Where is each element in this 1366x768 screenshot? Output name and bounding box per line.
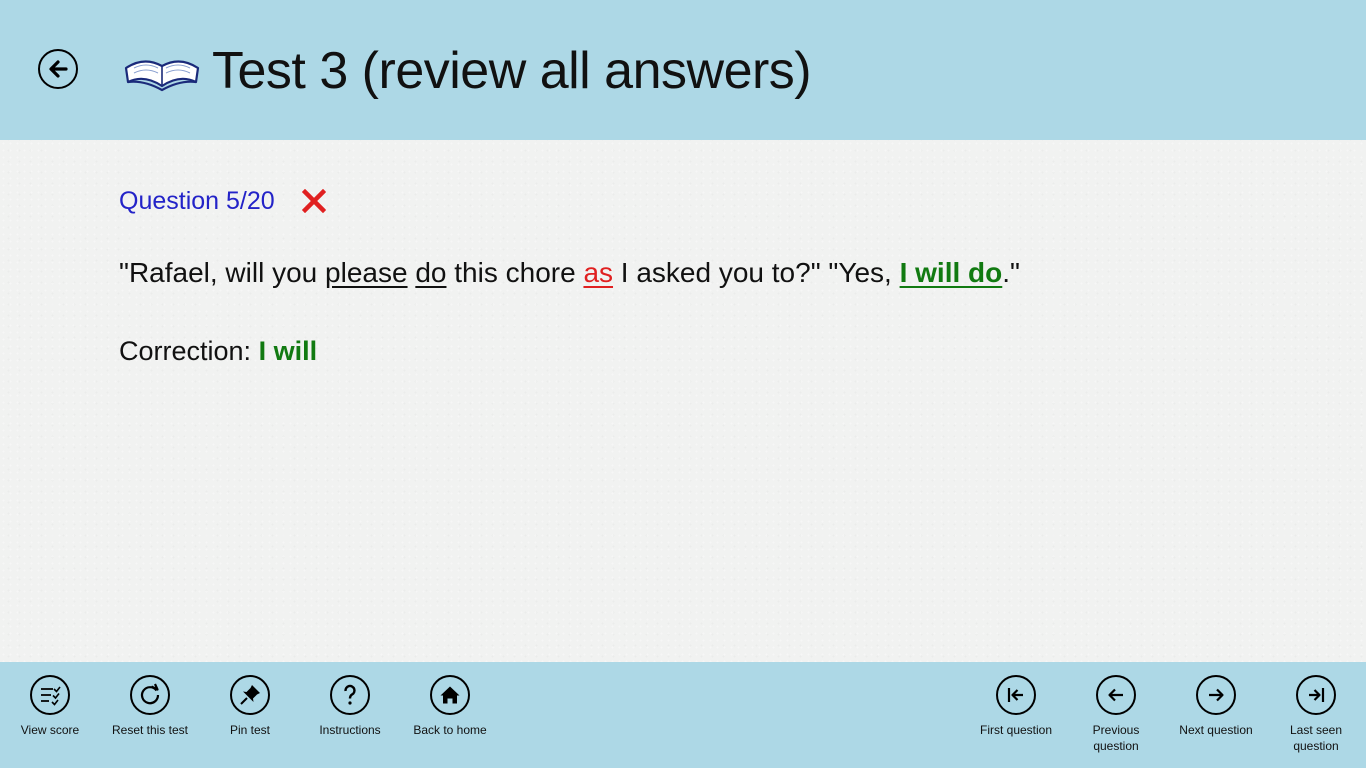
last-seen-question-label: Last seen question [1266, 722, 1366, 754]
page-title: Test 3 (review all answers) [212, 42, 812, 100]
pin-test-button[interactable]: Pin test [200, 675, 300, 738]
question-mark-icon [344, 684, 356, 705]
question-number: Question 5/20 [119, 187, 275, 215]
next-question-label: Next question [1179, 723, 1253, 737]
sentence-text: this chore [446, 257, 584, 288]
sentence-text: "Rafael, will you [119, 257, 326, 288]
back-to-home-label: Back to home [413, 723, 487, 737]
previous-question-label: Previous question [1066, 722, 1166, 754]
selected-wrong-option: as [583, 257, 614, 288]
back-to-home-button[interactable]: Back to home [400, 675, 500, 738]
label-line: question [1293, 739, 1339, 753]
correction-value: I will [258, 336, 318, 366]
next-icon [1209, 688, 1224, 702]
label-line: Previous [1092, 723, 1140, 737]
header-bar: Test 3 (review all answers) [0, 0, 1366, 140]
option-do: do [415, 257, 447, 288]
home-icon [440, 686, 460, 704]
question-sentence: "Rafael, will you please do this chore a… [119, 253, 1020, 293]
first-question-button[interactable]: First question [966, 675, 1066, 738]
checklist-icon [41, 686, 61, 706]
label-line: question [1093, 739, 1139, 753]
instructions-label: Instructions [319, 723, 381, 737]
last-seen-question-button[interactable]: Last seen question [1266, 675, 1366, 754]
first-question-label: First question [979, 723, 1053, 737]
bottom-app-bar: View score Reset this test Pin test Inst… [0, 662, 1366, 768]
previous-icon [1108, 688, 1123, 702]
question-panel: Question 5/20 "Rafael, will you please d… [0, 140, 1366, 662]
label-line: Last seen [1289, 723, 1343, 737]
first-icon [1007, 688, 1023, 702]
previous-question-button[interactable]: Previous question [1066, 675, 1166, 754]
view-score-label: View score [20, 723, 80, 737]
reset-test-label: Reset this test [111, 723, 189, 737]
sentence-text: ." [1002, 257, 1020, 288]
correction: Correction: I will [119, 332, 317, 370]
pin-test-label: Pin test [229, 723, 271, 737]
pin-icon [240, 685, 260, 705]
option-please: please [325, 257, 408, 288]
last-icon [1309, 688, 1325, 702]
correction-label: Correction: [119, 336, 259, 366]
correct-option: I will do [899, 257, 1003, 288]
refresh-icon [140, 683, 160, 705]
back-button[interactable] [38, 49, 78, 89]
open-book-icon [124, 60, 200, 92]
instructions-button[interactable]: Instructions [300, 675, 400, 738]
reset-test-button[interactable]: Reset this test [100, 675, 200, 738]
view-score-button[interactable]: View score [0, 675, 100, 738]
back-arrow-icon [49, 60, 68, 78]
next-question-button[interactable]: Next question [1166, 675, 1266, 738]
sentence-text: I asked you to?" "Yes, [613, 257, 900, 288]
red-x-icon [302, 189, 326, 213]
